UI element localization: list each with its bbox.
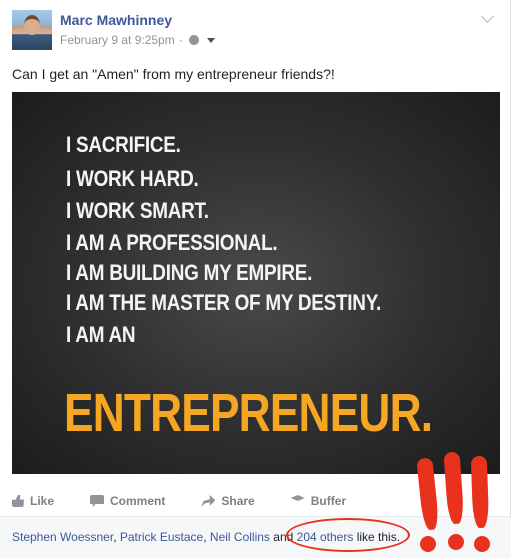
quote-line: I AM THE MASTER OF MY DESTINY.: [66, 290, 381, 315]
meta-separator: ·: [178, 33, 183, 47]
likes-comma: ,: [203, 530, 210, 544]
quote-line: I SACRIFICE.: [66, 132, 181, 157]
like-button[interactable]: Like: [12, 494, 54, 508]
post-card: Marc Mawhinney February 9 at 9:25pm · Ca…: [0, 0, 511, 558]
globe-icon[interactable]: [188, 35, 199, 45]
exclamation-dot: [448, 534, 464, 550]
thumbs-up-icon: [12, 495, 24, 507]
quote-line: I AM A PROFESSIONAL.: [66, 230, 278, 255]
avatar[interactable]: [12, 10, 52, 50]
like-label: Like: [30, 494, 55, 508]
share-button[interactable]: Share: [201, 494, 255, 508]
quote-line: I AM AN: [66, 322, 136, 347]
comment-icon: [90, 495, 105, 507]
liker-link[interactable]: Neil Collins: [210, 530, 270, 544]
post-text: Can I get an "Amen" from my entrepreneur…: [12, 66, 335, 82]
share-icon: [201, 495, 216, 507]
caret-down-icon[interactable]: [206, 37, 215, 43]
share-label: Share: [221, 494, 255, 508]
exclamation-bar: [470, 455, 490, 529]
post-timestamp[interactable]: February 9 at 9:25pm: [60, 33, 175, 47]
exclamation-dot: [420, 536, 436, 552]
quote-line: I WORK SMART.: [66, 198, 209, 223]
avatar-face: [24, 15, 40, 35]
liker-link[interactable]: Stephen Woessner: [12, 530, 113, 544]
post-meta: February 9 at 9:25pm ·: [60, 33, 215, 47]
exclamation-dot: [474, 536, 490, 552]
likes-comma: ,: [113, 530, 120, 544]
quote-highlight: ENTREPRENEUR.: [64, 383, 433, 443]
highlight-circle: [286, 518, 410, 552]
author-name[interactable]: Marc Mawhinney: [60, 12, 172, 28]
comment-label: Comment: [110, 494, 166, 508]
comment-button[interactable]: Comment: [90, 494, 165, 508]
buffer-label: Buffer: [310, 494, 347, 508]
liker-link[interactable]: Patrick Eustace: [120, 530, 203, 544]
chevron-down-icon[interactable]: [481, 10, 494, 23]
buffer-icon: [290, 495, 305, 501]
quote-line: I WORK HARD.: [66, 166, 199, 191]
buffer-button[interactable]: Buffer: [290, 494, 347, 508]
post-image[interactable]: I SACRIFICE. I WORK HARD. I WORK SMART. …: [12, 92, 500, 474]
quote-line: I AM BUILDING MY EMPIRE.: [66, 260, 313, 285]
